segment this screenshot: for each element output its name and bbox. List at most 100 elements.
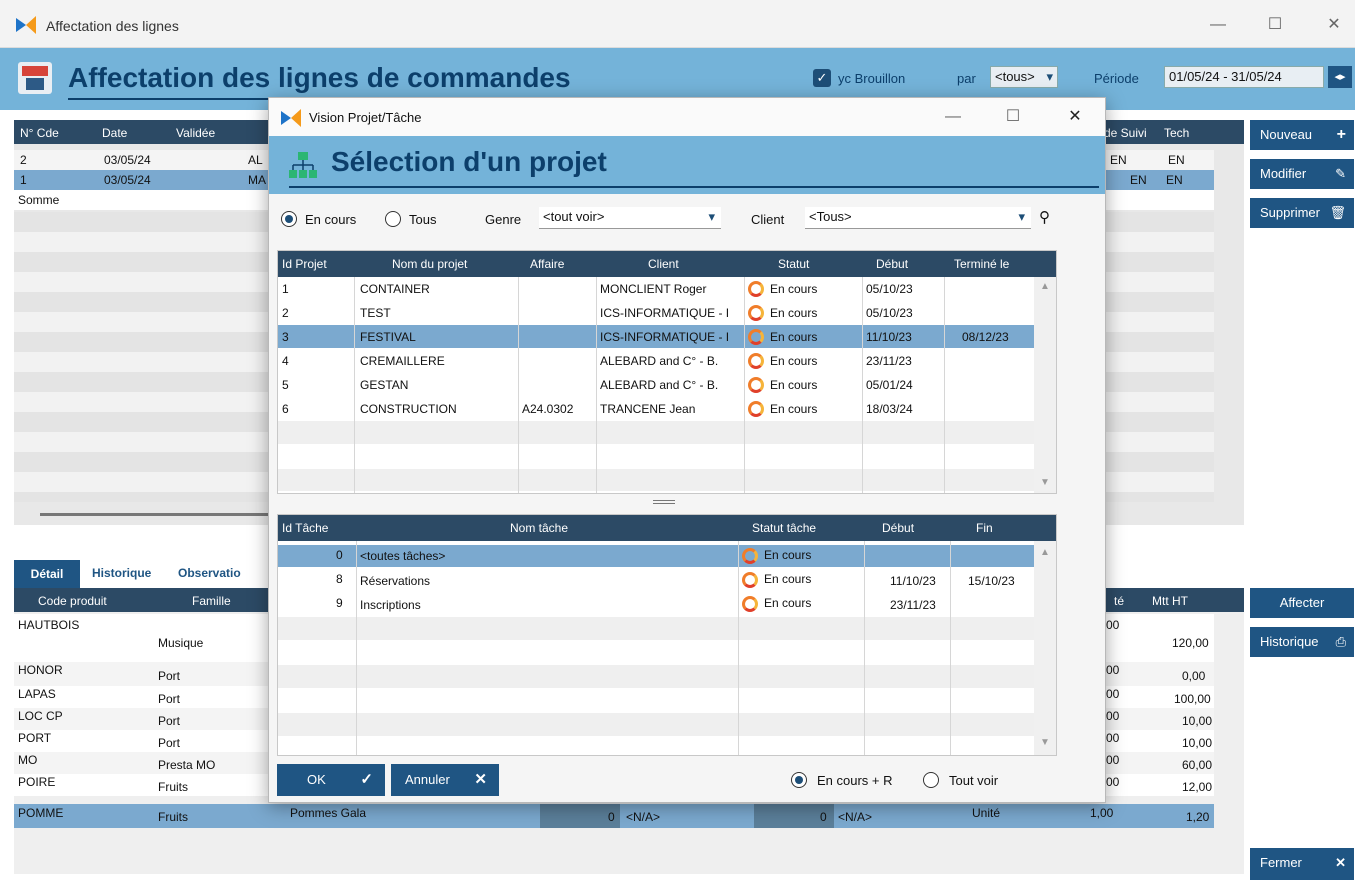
cell-affaire: A24.0302 xyxy=(522,402,574,416)
radio-tout-voir[interactable] xyxy=(923,772,939,788)
col-divider xyxy=(354,277,355,493)
status-icon xyxy=(748,281,764,297)
minimize-icon[interactable]: — xyxy=(1198,10,1238,40)
status-icon xyxy=(748,353,764,369)
modifier-button[interactable]: Modifier ✎ xyxy=(1250,159,1354,189)
par-select[interactable]: <tous> ▾ xyxy=(990,66,1058,88)
col-client[interactable]: Client xyxy=(648,257,679,271)
col-statut-tache[interactable]: Statut tâche xyxy=(752,521,816,535)
col-divider xyxy=(356,541,357,755)
cell-nom: TEST xyxy=(360,306,391,320)
cell-debut: 11/10/23 xyxy=(890,574,936,588)
cell-id: 9 xyxy=(336,596,343,610)
table-row[interactable]: 5 GESTAN ALEBARD and C° - B. En cours 05/01/… xyxy=(278,373,1034,396)
task-row-selected[interactable]: 0 <toutes tâches> En cours xyxy=(278,545,1034,567)
scroll-down-icon[interactable]: ▼ xyxy=(1040,737,1050,748)
tasks-grid: Id Tâche Nom tâche Statut tâche Début Fi… xyxy=(277,514,1057,756)
item-na1: <N/A> xyxy=(626,810,661,824)
table-row-selected[interactable]: 3 FESTIVAL ICS-INFORMATIQUE - I En cours 11/… xyxy=(278,325,1034,348)
col-affaire[interactable]: Affaire xyxy=(530,257,564,271)
scroll-up-icon[interactable]: ▲ xyxy=(1040,547,1050,558)
affecter-button[interactable]: Affecter xyxy=(1250,588,1354,618)
historique-button[interactable]: Historique ⎙ xyxy=(1250,627,1354,657)
nouveau-button[interactable]: Nouveau + xyxy=(1250,120,1354,150)
horizontal-scrollbar[interactable] xyxy=(40,513,290,516)
col-debut[interactable]: Début xyxy=(876,257,908,271)
task-row[interactable]: 9 Inscriptions En cours 23/11/23 xyxy=(278,593,1034,616)
col-mtt-ht[interactable]: Mtt HT xyxy=(1152,594,1188,608)
tasks-scrollbar[interactable]: ▲ ▼ xyxy=(1034,541,1056,755)
radio-en-cours-r[interactable] xyxy=(791,772,807,788)
search-icon[interactable]: ⚲ xyxy=(1039,208,1050,226)
ok-button[interactable]: OK ✓ xyxy=(277,764,385,796)
maximize-icon[interactable]: ☐ xyxy=(1255,10,1295,40)
col-tech[interactable]: Tech xyxy=(1164,126,1189,140)
col-nom-projet[interactable]: Nom du projet xyxy=(392,257,467,271)
cell-id: 3 xyxy=(282,330,289,344)
row-code: AL xyxy=(248,153,263,167)
splitter-handle[interactable] xyxy=(653,500,675,504)
col-qte[interactable]: té xyxy=(1114,594,1124,608)
col-suivi[interactable]: de Suivi xyxy=(1104,126,1147,140)
col-id-tache[interactable]: Id Tâche xyxy=(282,521,328,535)
item-code: PORT xyxy=(18,731,52,745)
cell-statut: En cours xyxy=(770,330,818,344)
genre-select[interactable]: <tout voir> ▾ xyxy=(539,207,721,229)
scroll-up-icon[interactable]: ▲ xyxy=(1040,281,1050,292)
col-nom-tache[interactable]: Nom tâche xyxy=(510,521,568,535)
close-icon: ✕ xyxy=(474,771,487,788)
item-mtt: 0,00 xyxy=(1182,669,1206,683)
cell-debut: 11/10/23 xyxy=(866,330,912,344)
item-mtt: 120,00 xyxy=(1172,636,1209,650)
plus-icon: + xyxy=(1336,126,1346,143)
col-divider xyxy=(864,541,865,755)
projects-scrollbar[interactable]: ▲ ▼ xyxy=(1034,277,1056,493)
col-code-produit[interactable]: Code produit xyxy=(38,594,107,608)
radio-en-cours[interactable] xyxy=(281,211,297,227)
item-famille: Fruits xyxy=(158,780,188,794)
status-icon xyxy=(748,329,764,345)
table-row[interactable]: 6 CONSTRUCTION A24.0302 TRANCENE Jean En cou… xyxy=(278,397,1034,420)
scroll-down-icon[interactable]: ▼ xyxy=(1040,477,1050,488)
empty-row xyxy=(278,421,1034,444)
table-row[interactable]: 1 CONTAINER MONCLIENT Roger En cours 05/10/2… xyxy=(278,277,1034,300)
table-row[interactable]: 4 CREMAILLERE ALEBARD and C° - B. En cours 2… xyxy=(278,349,1034,372)
item-qte: 00 xyxy=(1106,709,1120,723)
col-debut-tache[interactable]: Début xyxy=(882,521,914,535)
task-row[interactable]: 8 Réservations En cours 11/10/23 15/10/23 xyxy=(278,569,1034,592)
store-icon xyxy=(18,62,52,94)
minimize-icon[interactable]: — xyxy=(933,102,973,132)
col-fin-tache[interactable]: Fin xyxy=(976,521,993,535)
maximize-icon[interactable]: ☐ xyxy=(993,102,1033,132)
tab-historique[interactable]: Historique xyxy=(92,566,151,580)
annuler-button[interactable]: Annuler ✕ xyxy=(391,764,499,796)
close-icon[interactable]: ✕ xyxy=(1055,102,1095,132)
detail-tabs: Détail Historique Observatio xyxy=(14,560,294,588)
list-item-selected[interactable]: POMME Fruits Pommes Gala 0 <N/A> 0 <N/A>… xyxy=(14,804,1214,828)
item-famille: Port xyxy=(158,714,181,728)
modifier-label: Modifier xyxy=(1260,166,1307,181)
close-icon[interactable]: ✕ xyxy=(1314,10,1354,40)
fermer-button[interactable]: Fermer ✕ xyxy=(1250,848,1354,880)
period-nav-icon[interactable]: ◂▸ xyxy=(1328,66,1352,88)
tab-observations[interactable]: Observatio xyxy=(178,566,241,580)
item-qte: 1,00 xyxy=(1090,806,1114,820)
col-statut[interactable]: Statut xyxy=(778,257,809,271)
yc-brouillon-checkbox[interactable]: ✓ xyxy=(813,69,831,87)
col-date[interactable]: Date xyxy=(102,126,127,140)
table-row[interactable]: 2 TEST ICS-INFORMATIQUE - I En cours 05/10/2… xyxy=(278,301,1034,324)
item-famille: Musique xyxy=(158,636,204,650)
empty-row xyxy=(278,641,1034,664)
supprimer-button[interactable]: Supprimer 🗑 xyxy=(1250,198,1354,228)
row-date: 03/05/24 xyxy=(104,173,151,187)
cell-id: 5 xyxy=(282,378,289,392)
col-famille[interactable]: Famille xyxy=(192,594,231,608)
col-termine[interactable]: Terminé le xyxy=(954,257,1009,271)
client-select[interactable]: <Tous> ▾ xyxy=(805,207,1031,229)
col-validee[interactable]: Validée xyxy=(176,126,215,140)
radio-tous[interactable] xyxy=(385,211,401,227)
periode-field[interactable]: 01/05/24 - 31/05/24 xyxy=(1164,66,1324,88)
col-id-projet[interactable]: Id Projet xyxy=(282,257,327,271)
col-num-cde[interactable]: N° Cde xyxy=(20,126,59,140)
tab-detail[interactable]: Détail xyxy=(14,560,80,588)
